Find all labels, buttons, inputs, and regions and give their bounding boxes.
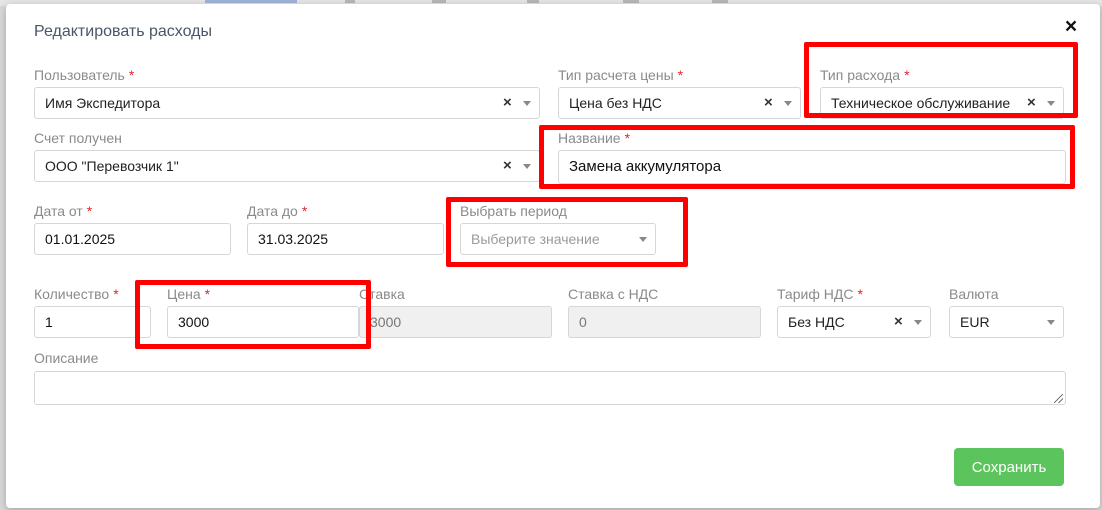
required-mark: *	[624, 130, 631, 146]
save-button[interactable]: Сохранить	[954, 448, 1064, 486]
user-select-value: Имя Экспедитора	[45, 95, 161, 111]
price-label: Цена *	[167, 286, 210, 302]
rate-field: 3000	[359, 306, 552, 338]
date-to-label-text: Дата до	[247, 203, 298, 219]
background-icon-fragment	[432, 0, 446, 3]
expense-type-label-text: Тип расхода	[820, 67, 901, 83]
background-icon-fragment	[527, 0, 539, 3]
required-mark: *	[128, 67, 135, 83]
required-mark: *	[677, 67, 684, 83]
period-label: Выбрать период	[460, 203, 567, 219]
expense-type-label: Тип расхода *	[820, 67, 910, 83]
clear-icon[interactable]: ×	[503, 151, 512, 181]
user-label: Пользователь *	[34, 67, 134, 83]
currency-select[interactable]: EUR	[949, 306, 1064, 338]
required-mark: *	[113, 286, 119, 302]
user-select[interactable]: Имя Экспедитора ×	[34, 87, 540, 119]
required-mark: *	[857, 286, 863, 302]
resize-grip-icon[interactable]	[1054, 394, 1063, 403]
clear-icon[interactable]: ×	[1027, 88, 1036, 118]
description-textarea[interactable]	[34, 371, 1066, 405]
price-label-text: Цена	[167, 286, 201, 302]
quantity-label: Количество *	[34, 286, 119, 302]
invoice-received-label: Счет получен	[34, 130, 122, 146]
chevron-down-icon[interactable]	[523, 101, 531, 106]
quantity-input[interactable]: 1	[34, 306, 151, 338]
edit-expenses-modal: Редактировать расходы × Пользователь * Им…	[6, 4, 1100, 508]
price-calc-type-label: Тип расчета цены *	[558, 67, 683, 83]
clear-icon[interactable]: ×	[764, 88, 773, 118]
name-label-text: Название	[558, 130, 621, 146]
expense-type-select[interactable]: Техническое обслуживание ×	[820, 87, 1064, 119]
period-placeholder: Выберите значение	[471, 231, 600, 247]
price-calc-type-label-text: Тип расчета цены	[558, 67, 674, 83]
background-icon-fragment	[345, 0, 355, 3]
vat-tariff-label-text: Тариф НДС	[777, 286, 854, 302]
chevron-down-icon[interactable]	[1047, 320, 1055, 325]
currency-value: EUR	[960, 314, 990, 330]
rate-vat-label: Ставка с НДС	[568, 286, 659, 302]
clear-icon[interactable]: ×	[503, 88, 512, 118]
price-calc-type-value: Цена без НДС	[569, 95, 662, 111]
date-from-label-text: Дата от	[34, 203, 83, 219]
date-from-label: Дата от *	[34, 203, 92, 219]
chevron-down-icon[interactable]	[784, 101, 792, 106]
rate-label: Ставка	[359, 286, 405, 302]
required-mark: *	[86, 203, 93, 219]
chevron-down-icon[interactable]	[1047, 101, 1055, 106]
rate-vat-field: 0	[568, 306, 761, 338]
close-icon[interactable]: ×	[1062, 16, 1080, 37]
chevron-down-icon[interactable]	[523, 164, 531, 169]
background-icon-fragment	[712, 0, 728, 3]
vat-tariff-label: Тариф НДС *	[777, 286, 863, 302]
description-label: Описание	[34, 350, 99, 366]
date-from-input[interactable]: 01.01.2025	[34, 223, 231, 255]
background-icon-fragment	[623, 0, 639, 3]
user-label-text: Пользователь	[34, 67, 125, 83]
clear-icon[interactable]: ×	[894, 307, 903, 337]
name-input[interactable]: Замена аккумулятора	[558, 150, 1066, 184]
chevron-down-icon[interactable]	[639, 237, 647, 242]
required-mark: *	[904, 67, 910, 83]
chevron-down-icon[interactable]	[914, 320, 922, 325]
background-tab-fragment	[205, 0, 297, 3]
name-label: Название *	[558, 130, 630, 146]
invoice-received-value: ООО "Перевозчик 1"	[45, 158, 179, 174]
price-calc-type-select[interactable]: Цена без НДС ×	[558, 87, 801, 119]
currency-label: Валюта	[949, 286, 999, 302]
modal-title: Редактировать расходы	[34, 23, 212, 40]
price-input[interactable]: 3000	[167, 306, 359, 338]
date-to-label: Дата до *	[247, 203, 307, 219]
vat-tariff-select[interactable]: Без НДС ×	[777, 306, 931, 338]
expense-type-value: Техническое обслуживание	[831, 95, 1011, 111]
required-mark: *	[204, 286, 211, 302]
quantity-label-text: Количество	[34, 286, 110, 302]
invoice-received-select[interactable]: ООО "Перевозчик 1" ×	[34, 150, 540, 182]
period-select[interactable]: Выберите значение	[460, 223, 656, 255]
date-to-input[interactable]: 31.03.2025	[247, 223, 444, 255]
vat-tariff-value: Без НДС	[788, 314, 845, 330]
required-mark: *	[301, 203, 308, 219]
